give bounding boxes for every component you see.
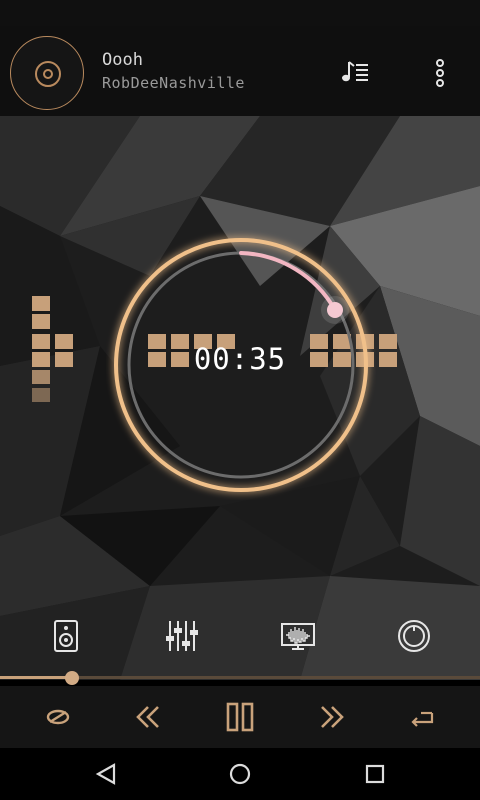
rewind-icon	[136, 706, 159, 728]
overflow-menu-button[interactable]	[428, 56, 452, 90]
repeat-button[interactable]	[399, 694, 445, 740]
eq-bar-block	[32, 296, 50, 311]
seek-fill	[0, 676, 72, 679]
pause-icon	[226, 702, 254, 732]
eq-bar-block	[32, 314, 50, 329]
playlist-icon	[342, 61, 368, 82]
eq-bar-block	[32, 388, 50, 402]
track-title: Oooh	[102, 50, 143, 70]
speaker-button[interactable]	[46, 616, 86, 656]
nav-recents-button[interactable]	[361, 760, 389, 788]
repeat-icon	[411, 711, 434, 727]
shuffle-icon	[46, 709, 70, 725]
previous-button[interactable]	[125, 694, 171, 740]
pause-button[interactable]	[217, 694, 263, 740]
dial-progress-arc	[239, 251, 337, 312]
now-playing-header: Oooh RobDeeNashville	[0, 26, 480, 116]
recents-square-icon	[365, 764, 385, 784]
equalizer-sliders-icon	[166, 621, 198, 651]
disc-center	[43, 69, 53, 79]
status-bar	[0, 0, 480, 26]
shuffle-button[interactable]	[35, 694, 81, 740]
elapsed-time: 00:35	[193, 342, 287, 376]
more-vertical-icon	[436, 59, 444, 87]
back-triangle-icon	[95, 763, 116, 785]
dial-progress-knob-halo	[321, 296, 349, 324]
android-nav-bar	[0, 748, 480, 800]
track-artist: RobDeeNashville	[102, 74, 245, 92]
knob-icon	[398, 620, 430, 652]
playlist-button[interactable]	[340, 58, 372, 88]
equalizer-button[interactable]	[162, 616, 202, 656]
speaker-icon	[54, 620, 78, 652]
nav-home-button[interactable]	[226, 760, 254, 788]
home-circle-icon	[229, 763, 251, 785]
album-art[interactable]	[10, 36, 84, 110]
playback-controls	[0, 686, 480, 748]
nav-back-button[interactable]	[92, 760, 120, 788]
bass-knob-button[interactable]	[394, 616, 434, 656]
visualizer-button[interactable]	[278, 616, 318, 656]
fast-forward-icon	[321, 706, 344, 728]
seek-thumb[interactable]	[65, 671, 79, 685]
seek-bar[interactable]	[0, 670, 480, 686]
waveform-monitor-icon	[281, 623, 315, 650]
next-button[interactable]	[309, 694, 355, 740]
visualizer-area: 00:35	[0, 116, 480, 680]
